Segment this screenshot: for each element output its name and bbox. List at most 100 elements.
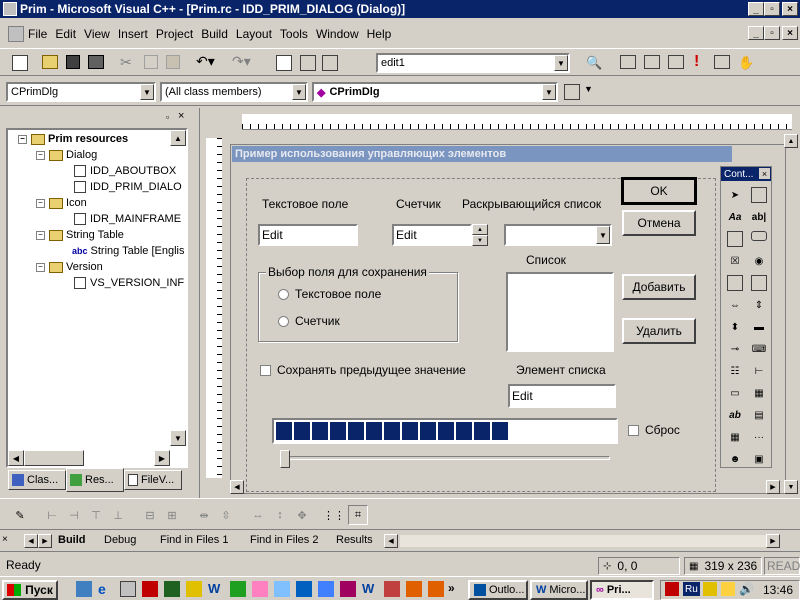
combo-box-tool-icon[interactable] xyxy=(727,275,743,291)
dialog-caption[interactable]: Пример использования управляющих элемент… xyxy=(232,146,732,162)
h-scrollbar-tool-icon[interactable]: ⇔ xyxy=(727,297,743,313)
quicklaunch-app6-icon[interactable] xyxy=(296,581,312,597)
horizontal-ruler[interactable] xyxy=(242,114,792,130)
tree-scroll-up[interactable]: ▲ xyxy=(170,130,186,146)
text-field[interactable]: Edit xyxy=(258,224,358,246)
close-button[interactable]: × xyxy=(782,2,798,16)
output-tab-find2[interactable]: Find in Files 2 xyxy=(250,534,318,546)
tree-aboutbox[interactable]: IDD_ABOUTBOX xyxy=(74,165,176,177)
counter-field[interactable]: Edit xyxy=(392,224,472,246)
add-button[interactable]: Добавить xyxy=(622,274,696,300)
cut-icon[interactable]: ✂ xyxy=(120,54,132,71)
quicklaunch-app7-icon[interactable] xyxy=(318,581,334,597)
spin-up-button[interactable]: ▲ xyxy=(472,224,488,235)
tree-prim-dialog[interactable]: IDD_PRIM_DIALO xyxy=(74,181,182,193)
static-text-tool-icon[interactable]: Aa xyxy=(727,209,743,225)
quicklaunch-app1-icon[interactable] xyxy=(142,581,158,597)
tab-resourceview[interactable]: Res... xyxy=(66,468,124,492)
rebuild-icon[interactable] xyxy=(668,55,684,69)
tree-root[interactable]: − Prim resources xyxy=(18,133,128,145)
align-bottom-icon[interactable]: ⊥ xyxy=(108,505,128,525)
task-word[interactable]: W Micro... xyxy=(530,580,588,600)
dropdown-combo[interactable]: ▼ xyxy=(504,224,612,246)
menu-layout[interactable]: Layout xyxy=(236,27,272,41)
menu-help[interactable]: Help xyxy=(367,27,392,41)
center-horizontal-icon[interactable]: ⊞ xyxy=(162,505,182,525)
task-outlook[interactable]: Outlo... xyxy=(468,580,528,600)
collapse-icon[interactable]: − xyxy=(36,262,45,272)
tab-classview[interactable]: Clas... xyxy=(8,470,66,490)
output-hscroll-track[interactable] xyxy=(400,535,766,547)
menu-file[interactable]: File xyxy=(28,27,47,41)
workspace-icon[interactable] xyxy=(276,55,292,71)
tree-string-table[interactable]: − String Table xyxy=(36,229,124,241)
undo-icon[interactable]: ↶▾ xyxy=(196,53,215,70)
windows-icon[interactable] xyxy=(322,55,338,71)
output-hscroll-right[interactable]: ▶ xyxy=(766,534,780,548)
tree-dialog[interactable]: − Dialog xyxy=(36,149,97,161)
checkbox[interactable] xyxy=(628,424,639,436)
wizard-action-dropdown-icon[interactable]: ▼ xyxy=(584,84,593,94)
menu-edit[interactable]: Edit xyxy=(55,27,76,41)
list-control-tool-icon[interactable]: ☷ xyxy=(727,363,743,379)
paste-icon[interactable] xyxy=(166,55,180,69)
start-button[interactable]: Пуск xyxy=(2,580,58,600)
custom-control-tool-icon[interactable]: ☻ xyxy=(727,451,743,467)
hand-icon[interactable]: ✋ xyxy=(738,55,754,71)
resource-tree[interactable]: − Prim resources − Dialog IDD_ABOUTBOX I… xyxy=(6,128,188,468)
make-same-width-icon[interactable]: ↔ xyxy=(248,505,268,525)
find-in-files-icon[interactable]: 🔍 xyxy=(586,55,602,71)
radio-tool-icon[interactable]: ◉ xyxy=(751,253,767,269)
radio-button[interactable] xyxy=(278,288,289,300)
extended-combo-tool-icon[interactable]: ▣ xyxy=(751,451,767,467)
minimize-button[interactable]: _ xyxy=(748,2,764,16)
show-desktop-icon[interactable] xyxy=(76,581,92,597)
chevron-down-icon[interactable]: ▼ xyxy=(292,84,306,100)
spin-tool-icon[interactable]: ⬍ xyxy=(727,319,743,335)
compile-icon[interactable] xyxy=(620,55,636,69)
access-icon[interactable] xyxy=(340,581,356,597)
delete-button[interactable]: Удалить xyxy=(622,318,696,344)
tree-scroll-down[interactable]: ▼ xyxy=(170,430,186,446)
menu-view[interactable]: View xyxy=(84,27,110,41)
output-icon[interactable] xyxy=(300,55,316,71)
quicklaunch-app4-icon[interactable] xyxy=(252,581,268,597)
month-calendar-tool-icon[interactable]: ▦ xyxy=(727,429,743,445)
wizard-action-icon[interactable] xyxy=(564,84,580,100)
output-tab-debug[interactable]: Debug xyxy=(104,534,136,546)
cancel-button[interactable]: Отмена xyxy=(622,210,696,236)
ip-address-tool-icon[interactable]: ··· xyxy=(751,429,767,445)
align-left-icon[interactable]: ⊢ xyxy=(42,505,62,525)
redo-icon[interactable]: ↷▾ xyxy=(232,53,251,70)
menu-insert[interactable]: Insert xyxy=(118,27,148,41)
menu-window[interactable]: Window xyxy=(316,27,359,41)
menu-project[interactable]: Project xyxy=(156,27,193,41)
tab-scroll-right[interactable]: ▶ xyxy=(38,534,52,548)
volume-icon[interactable]: 🔊 xyxy=(739,582,754,596)
editor-scroll-right[interactable]: ▶ xyxy=(766,480,780,494)
internet-explorer-icon[interactable]: e xyxy=(98,581,114,597)
chevron-down-icon[interactable]: ▼ xyxy=(542,84,556,100)
language-indicator[interactable]: Ru xyxy=(683,582,700,596)
toggle-grid-icon[interactable]: ⋮⋮ xyxy=(323,505,345,525)
pane-grip-icon[interactable]: ▫ xyxy=(166,112,169,122)
save-previous-checkbox[interactable]: Сохранять предыдущее значение xyxy=(260,363,466,377)
copy-icon[interactable] xyxy=(144,55,158,69)
toggle-guides-icon[interactable]: ⌗ xyxy=(348,505,368,525)
slider-tool-icon[interactable]: ⊸ xyxy=(727,341,743,357)
picture-tool-icon[interactable] xyxy=(751,187,767,203)
tree-scroll-right[interactable]: ▶ xyxy=(154,450,170,466)
open-folder-icon[interactable] xyxy=(42,55,58,69)
maximize-button[interactable]: ▫ xyxy=(764,2,780,16)
listbox[interactable] xyxy=(506,272,614,352)
new-file-icon[interactable] xyxy=(12,55,28,71)
excel-icon[interactable] xyxy=(230,581,246,597)
tree-control-tool-icon[interactable]: ⊢ xyxy=(751,363,767,379)
align-right-icon[interactable]: ⊣ xyxy=(64,505,84,525)
date-picker-tool-icon[interactable]: ▤ xyxy=(751,407,767,423)
editor-scroll-down[interactable]: ▼ xyxy=(784,480,798,494)
word-icon[interactable]: W xyxy=(208,581,224,597)
tab-scroll-left[interactable]: ◀ xyxy=(24,534,38,548)
fox-app-icon[interactable] xyxy=(406,581,422,597)
save-all-icon[interactable] xyxy=(88,55,104,69)
